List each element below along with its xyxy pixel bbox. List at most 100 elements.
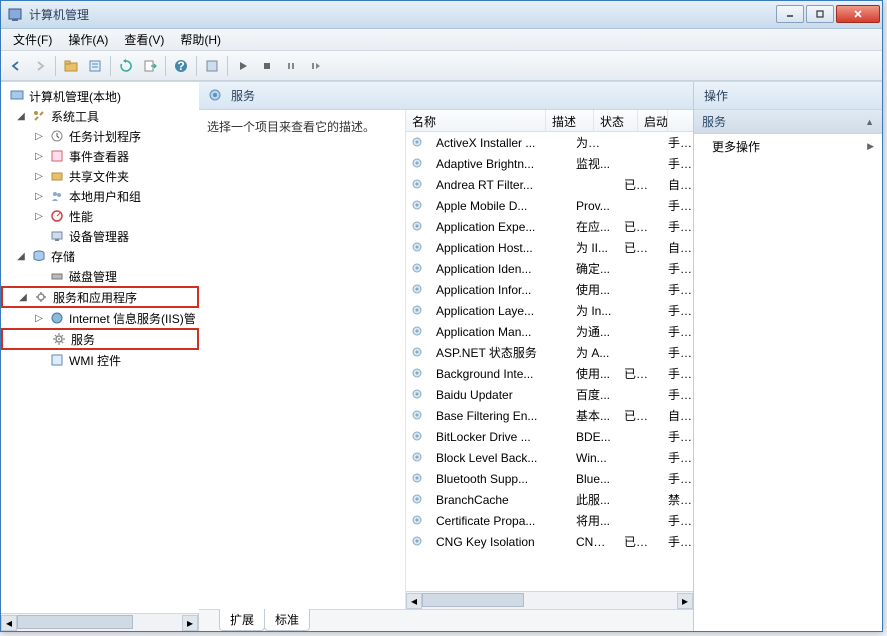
actions-header: 操作	[694, 82, 882, 110]
list-item[interactable]: ASP.NET 状态服务为 A...手动	[406, 342, 693, 363]
menu-file[interactable]: 文件(F)	[5, 29, 60, 50]
list-item[interactable]: Base Filtering En...基本...已启动自动	[406, 405, 693, 426]
properties-icon[interactable]	[84, 55, 106, 77]
submenu-arrow-icon: ▶	[867, 141, 874, 152]
expand-icon[interactable]: ▷	[33, 191, 45, 202]
scroll-left-icon[interactable]: ◂	[1, 615, 17, 631]
tree-local-users[interactable]: ▷ 本地用户和组	[1, 186, 199, 206]
tree-event-viewer[interactable]: ▷ 事件查看器	[1, 146, 199, 166]
tree-system-tools[interactable]: ◢ 系统工具	[1, 106, 199, 126]
list-item[interactable]: Adaptive Brightn...监视...手动	[406, 153, 693, 174]
tree-services[interactable]: ▷ 服务	[1, 328, 199, 350]
service-startup: 手动	[662, 218, 692, 235]
center-panel: 服务 选择一个项目来查看它的描述。 名称 描述 状态 启动 ActiveX In…	[199, 82, 694, 631]
scroll-left-icon[interactable]: ◂	[406, 593, 422, 609]
list-item[interactable]: Andrea RT Filter...已启动自动	[406, 174, 693, 195]
list-item[interactable]: Application Infor...使用...手动	[406, 279, 693, 300]
folder-icon[interactable]	[60, 55, 82, 77]
list-item[interactable]: Application Laye...为 In...手动	[406, 300, 693, 321]
collapse-icon[interactable]: ◢	[15, 111, 27, 122]
list-item[interactable]: Baidu Updater百度...手动	[406, 384, 693, 405]
minimize-button[interactable]	[776, 5, 804, 23]
column-name[interactable]: 名称	[406, 110, 546, 131]
tab-standard[interactable]: 标准	[264, 609, 310, 631]
list-item[interactable]: Application Host...为 II...已启动自动	[406, 237, 693, 258]
restart-icon[interactable]	[304, 55, 326, 77]
export-icon[interactable]	[139, 55, 161, 77]
tree-storage[interactable]: ◢ 存储	[1, 246, 199, 266]
tree-shared-folders[interactable]: ▷ 共享文件夹	[1, 166, 199, 186]
tree-panel[interactable]: 计算机管理(本地) ◢ 系统工具 ▷ 任务计划程序 ▷ 事件查看器 ▷ 共享文件…	[1, 82, 199, 613]
list-item[interactable]: Background Inte...使用...已启动手动	[406, 363, 693, 384]
tree-disk-management[interactable]: ▷ 磁盘管理	[1, 266, 199, 286]
stop-icon[interactable]	[256, 55, 278, 77]
tree-services-apps[interactable]: ◢ 服务和应用程序	[1, 286, 199, 308]
tab-extended[interactable]: 扩展	[219, 609, 265, 631]
column-startup[interactable]: 启动	[638, 110, 668, 131]
list-item[interactable]: Apple Mobile D...Prov...手动	[406, 195, 693, 216]
list-item[interactable]: Bluetooth Supp...Blue...手动	[406, 468, 693, 489]
expand-icon[interactable]: ▷	[33, 313, 45, 324]
tree-wmi[interactable]: ▷ WMI 控件	[1, 350, 199, 370]
tree-device-manager[interactable]: ▷ 设备管理器	[1, 226, 199, 246]
nav-forward-button[interactable]	[29, 55, 51, 77]
refresh-icon[interactable]	[115, 55, 137, 77]
service-desc: Win...	[570, 451, 618, 465]
service-name: Application Expe...	[430, 220, 570, 234]
actions-more[interactable]: 更多操作 ▶	[694, 134, 882, 158]
gear-icon	[410, 345, 426, 361]
list-item[interactable]: Application Man...为通...手动	[406, 321, 693, 342]
list-item[interactable]: CNG Key IsolationCNG...已启动手动	[406, 531, 693, 552]
service-desc: 此服...	[570, 491, 618, 508]
gear-icon	[410, 261, 426, 277]
service-status: 已启动	[618, 239, 662, 256]
column-status[interactable]: 状态	[594, 110, 638, 131]
gear-icon	[410, 240, 426, 256]
list-body[interactable]: ActiveX Installer ...为从 ...手动Adaptive Br…	[406, 132, 693, 591]
expand-icon[interactable]: ▷	[33, 211, 45, 222]
service-name: Application Infor...	[430, 283, 570, 297]
column-description[interactable]: 描述	[546, 110, 594, 131]
close-button[interactable]	[836, 5, 880, 23]
list-item[interactable]: Block Level Back...Win...手动	[406, 447, 693, 468]
list-item[interactable]: BranchCache此服...禁用	[406, 489, 693, 510]
menubar: 文件(F) 操作(A) 查看(V) 帮助(H)	[1, 29, 882, 51]
service-startup: 手动	[662, 155, 692, 172]
tree-performance[interactable]: ▷ 性能	[1, 206, 199, 226]
expand-icon[interactable]: ▷	[33, 131, 45, 142]
help-icon[interactable]: ?	[170, 55, 192, 77]
collapse-icon[interactable]: ◢	[17, 292, 29, 303]
service-startup: 手动	[662, 512, 692, 529]
menu-action[interactable]: 操作(A)	[60, 29, 116, 50]
list-item[interactable]: BitLocker Drive ...BDE...手动	[406, 426, 693, 447]
collapse-arrow-icon[interactable]: ▲	[865, 117, 874, 127]
menu-view[interactable]: 查看(V)	[116, 29, 172, 50]
list-item[interactable]: Application Expe...在应...已启动手动	[406, 216, 693, 237]
service-desc: 确定...	[570, 260, 618, 277]
gear-icon	[410, 366, 426, 382]
scroll-right-icon[interactable]: ▸	[677, 593, 693, 609]
play-icon[interactable]	[232, 55, 254, 77]
tree-horizontal-scrollbar[interactable]: ◂ ▸	[1, 613, 198, 631]
expand-icon[interactable]: ▷	[33, 171, 45, 182]
menu-help[interactable]: 帮助(H)	[172, 29, 229, 50]
list-item[interactable]: Application Iden...确定...手动	[406, 258, 693, 279]
maximize-button[interactable]	[806, 5, 834, 23]
tree-iis[interactable]: ▷ Internet 信息服务(IIS)管	[1, 308, 199, 328]
tree-root[interactable]: 计算机管理(本地)	[1, 86, 199, 106]
details-icon[interactable]	[201, 55, 223, 77]
expand-icon[interactable]: ▷	[33, 151, 45, 162]
actions-section[interactable]: 服务 ▲	[694, 110, 882, 134]
service-startup: 手动	[662, 323, 692, 340]
collapse-icon[interactable]: ◢	[15, 251, 27, 262]
tree-task-scheduler[interactable]: ▷ 任务计划程序	[1, 126, 199, 146]
service-desc: 为 A...	[570, 344, 618, 361]
list-item[interactable]: Certificate Propa...将用...手动	[406, 510, 693, 531]
list-item[interactable]: ActiveX Installer ...为从 ...手动	[406, 132, 693, 153]
list-horizontal-scrollbar[interactable]: ◂ ▸	[406, 591, 693, 609]
nav-back-button[interactable]	[5, 55, 27, 77]
pause-icon[interactable]	[280, 55, 302, 77]
scroll-right-icon[interactable]: ▸	[182, 615, 198, 631]
gear-icon	[410, 534, 426, 550]
computer-icon	[9, 88, 25, 104]
